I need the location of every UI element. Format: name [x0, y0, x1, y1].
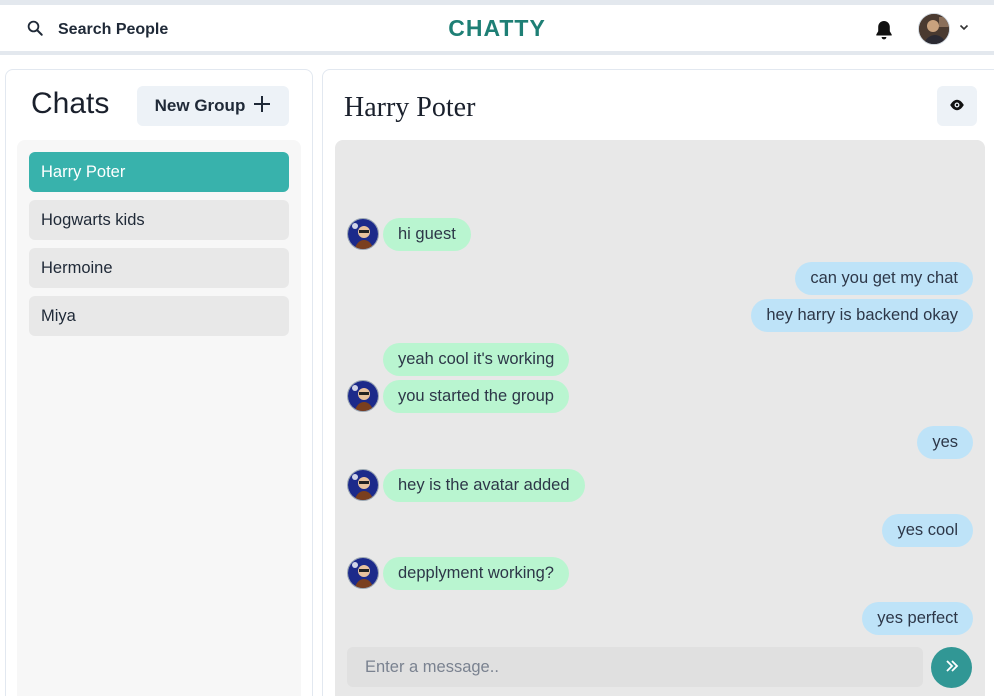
chat-list-item[interactable]: Miya: [29, 296, 289, 336]
message-row: can you get my chat: [335, 261, 973, 295]
search-people-label: Search People: [58, 21, 169, 38]
received-message-bubble: hey is the avatar added: [383, 468, 585, 502]
user-menu-button[interactable]: [918, 13, 970, 45]
new-group-label: New Group: [154, 96, 246, 115]
chevron-down-icon: [958, 20, 970, 38]
message-row: yes: [335, 425, 973, 459]
message-row: yes perfect: [335, 601, 973, 635]
message-row: yeah cool it's working: [335, 342, 973, 376]
sent-message-bubble: yes cool: [882, 513, 973, 547]
messages-area: hi guest can you get my chat hey harry is …: [335, 140, 985, 696]
bell-icon[interactable]: [872, 18, 896, 42]
chat-list: Harry Poter Hogwarts kids Hermoine Miya: [17, 140, 301, 696]
sent-message-bubble: hey harry is backend okay: [751, 298, 973, 332]
message-row: depplyment working?: [335, 556, 973, 590]
message-input-wrapper: [347, 647, 923, 687]
chats-title: Chats: [31, 87, 110, 120]
message-input[interactable]: [347, 647, 923, 687]
sent-message-bubble: can you get my chat: [795, 261, 973, 295]
message-row: yes cool: [335, 513, 973, 547]
conversation-panel: Harry Poter hi guest can you get my chat h…: [322, 69, 994, 696]
chat-list-item[interactable]: Hogwarts kids: [29, 200, 289, 240]
sender-avatar[interactable]: [347, 218, 379, 250]
plus-icon: [253, 95, 271, 118]
message-row: hi guest: [335, 217, 973, 251]
chat-list-item[interactable]: Hermoine: [29, 248, 289, 288]
message-row: hey is the avatar added: [335, 468, 973, 502]
conversation-title: Harry Poter: [344, 92, 476, 123]
top-header: Search People CHATTY: [0, 5, 994, 55]
chats-panel: Chats New Group Harry Poter Hogwarts kids…: [5, 69, 313, 696]
message-row: you started the group: [335, 379, 973, 413]
sent-message-bubble: yes: [917, 425, 973, 459]
new-group-button[interactable]: New Group: [137, 86, 289, 126]
sender-avatar[interactable]: [347, 380, 379, 412]
search-icon: [26, 19, 44, 42]
received-message-bubble: hi guest: [383, 217, 471, 251]
message-row: hey harry is backend okay: [335, 298, 973, 332]
eye-icon: [948, 96, 966, 117]
sender-avatar[interactable]: [347, 557, 379, 589]
user-avatar: [918, 13, 950, 45]
view-profile-button[interactable]: [937, 86, 977, 126]
search-people-button[interactable]: Search People: [18, 13, 176, 47]
received-message-bubble: you started the group: [383, 379, 569, 413]
received-message-bubble: yeah cool it's working: [383, 342, 570, 376]
send-button[interactable]: [931, 647, 972, 688]
sender-avatar[interactable]: [347, 469, 379, 501]
received-message-bubble: depplyment working?: [383, 556, 569, 590]
chat-list-item[interactable]: Harry Poter: [29, 152, 289, 192]
double-chevron-right-icon: [944, 658, 960, 677]
sent-message-bubble: yes perfect: [862, 601, 973, 635]
